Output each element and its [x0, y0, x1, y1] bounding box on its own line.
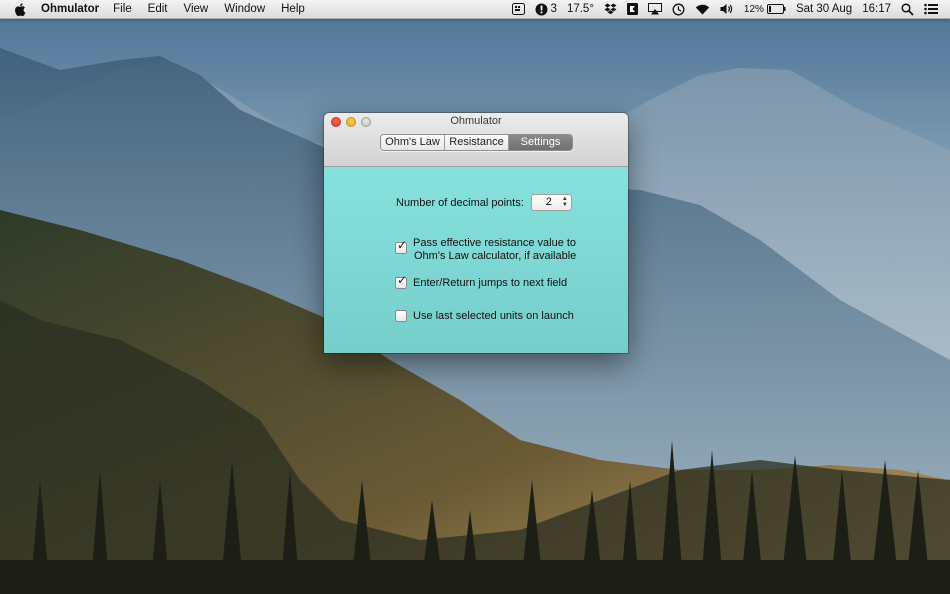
decimal-points-row: Number of decimal points: 2 ▲ ▼ — [396, 194, 572, 211]
menu-edit[interactable]: Edit — [148, 0, 168, 18]
tab-bar: Ohm's Law Resistance Settings — [380, 134, 573, 151]
last-units-checkbox[interactable] — [395, 310, 407, 322]
checkmark-icon: ✓ — [397, 238, 408, 252]
app-menu[interactable]: Ohmulator — [41, 0, 99, 18]
tab-ohms-law[interactable]: Ohm's Law — [381, 135, 445, 150]
option-enter-jumps[interactable]: ✓ Enter/Return jumps to next field — [395, 273, 568, 290]
decimal-points-label: Number of decimal points: — [396, 196, 524, 209]
settings-window: Ohmulator Ohm's Law Resistance Settings … — [324, 113, 628, 353]
option-last-units[interactable]: Use last selected units on launch — [395, 310, 574, 323]
pass-resistance-checkbox[interactable]: ✓ — [395, 238, 408, 254]
menubar-clock[interactable]: 16:17 — [862, 0, 891, 18]
menu-bar: Ohmulator File Edit View Window Help 3 1… — [0, 0, 950, 19]
enter-jumps-checkbox[interactable]: ✓ — [395, 273, 408, 289]
wifi-icon[interactable] — [695, 0, 710, 18]
last-units-label: Use last selected units on launch — [413, 310, 574, 322]
app-badge-icon[interactable] — [626, 0, 638, 18]
notification-menu-extra[interactable]: 3 — [535, 0, 557, 18]
spotlight-icon[interactable] — [901, 0, 914, 18]
time-machine-icon[interactable] — [672, 0, 685, 18]
tab-settings[interactable]: Settings — [509, 135, 572, 150]
up-down-arrows-icon: ▲ ▼ — [561, 196, 568, 208]
menu-file[interactable]: File — [113, 0, 132, 18]
menu-view[interactable]: View — [184, 0, 209, 18]
decimal-points-select[interactable]: 2 ▲ ▼ — [530, 194, 572, 211]
menu-help[interactable]: Help — [281, 0, 305, 18]
menu-window[interactable]: Window — [224, 0, 265, 18]
settings-pane: Number of decimal points: 2 ▲ ▼ ✓ Pass ef… — [324, 167, 628, 353]
menubar-date[interactable]: Sat 30 Aug — [796, 0, 852, 18]
battery-status[interactable]: 12% — [744, 0, 786, 18]
apple-icon[interactable] — [14, 1, 28, 17]
dropbox-icon[interactable] — [604, 0, 617, 18]
enter-jumps-label: Enter/Return jumps to next field — [413, 277, 568, 289]
airplay-icon[interactable] — [647, 0, 662, 18]
pass-resistance-label: Pass effective resistance value to Ohm's … — [413, 237, 577, 262]
notification-count: 3 — [550, 3, 557, 15]
keyboard-viewer-icon[interactable] — [511, 0, 525, 18]
volume-icon[interactable] — [720, 0, 734, 18]
window-title: Ohmulator — [450, 115, 502, 127]
option-pass-resistance[interactable]: ✓ Pass effective resistance value to Ohm'… — [395, 237, 576, 262]
battery-percent: 12% — [743, 3, 764, 15]
notification-center-icon[interactable] — [924, 0, 938, 18]
title-bar[interactable]: Ohmulator Ohm's Law Resistance Settings — [324, 113, 628, 167]
decimal-points-value: 2 — [545, 196, 552, 208]
tab-resistance[interactable]: Resistance — [445, 135, 509, 150]
temperature-readout[interactable]: 17.5° — [567, 0, 594, 18]
checkmark-icon: ✓ — [397, 273, 408, 287]
battery-icon — [766, 4, 786, 14]
notification-icon — [535, 3, 548, 16]
